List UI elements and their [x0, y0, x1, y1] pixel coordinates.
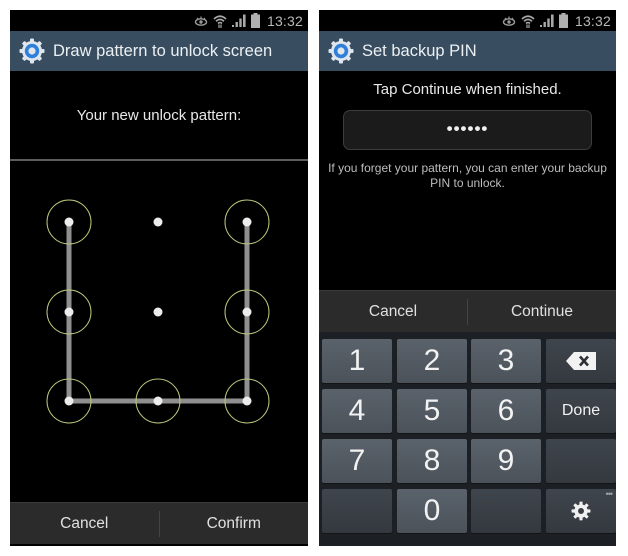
continue-button[interactable]: Continue — [468, 291, 616, 333]
key-5[interactable]: 5 — [397, 389, 467, 433]
cancel-button[interactable]: Cancel — [10, 503, 159, 544]
key-4[interactable]: 4 — [322, 389, 392, 433]
backup-pin-screen: 13:32 Set backup PIN Tap Continue when f… — [319, 10, 616, 546]
key-0[interactable]: 0 — [397, 489, 467, 533]
pattern-dot-center — [242, 307, 252, 317]
pattern-dot-center — [153, 217, 163, 227]
keyboard-settings-key[interactable]: ••• — [546, 489, 616, 533]
action-bar: Cancel Continue — [319, 290, 616, 333]
numeric-keypad: 1 2 3 4 5 6 Done 7 8 9 0 ••• — [319, 332, 616, 546]
pattern-dot-2[interactable] — [153, 217, 163, 227]
pattern-dot-center — [64, 217, 74, 227]
title-bar: Draw pattern to unlock screen — [10, 31, 308, 71]
page-title: Draw pattern to unlock screen — [53, 41, 273, 60]
keyboard-settings-icon — [571, 501, 591, 521]
backspace-icon — [566, 352, 596, 370]
key-8[interactable]: 8 — [397, 439, 467, 483]
blank-key — [546, 439, 616, 483]
backspace-key[interactable] — [546, 339, 616, 383]
confirm-button[interactable]: Confirm — [160, 503, 309, 544]
key-2[interactable]: 2 — [397, 339, 467, 383]
status-bar: 13:32 — [319, 10, 616, 31]
cancel-button[interactable]: Cancel — [319, 291, 467, 333]
eye-icon — [502, 16, 516, 26]
title-bar: Set backup PIN — [319, 31, 616, 71]
key-7[interactable]: 7 — [322, 439, 392, 483]
page-title: Set backup PIN — [362, 41, 477, 60]
eye-icon — [194, 16, 208, 26]
clock: 13:32 — [266, 12, 303, 29]
key-1[interactable]: 1 — [322, 339, 392, 383]
wifi-icon — [213, 14, 227, 28]
pin-prompt: Tap Continue when finished. — [373, 81, 562, 98]
key-6[interactable]: 6 — [471, 389, 541, 433]
more-options-dots: ••• — [605, 489, 614, 499]
settings-gear-icon — [327, 37, 355, 65]
pattern-dot-center — [64, 396, 74, 406]
clock: 13:32 — [574, 12, 611, 29]
pattern-dot-center — [242, 396, 252, 406]
signal-icon — [539, 14, 554, 27]
action-bar: Cancel Confirm — [10, 502, 308, 544]
signal-icon — [231, 14, 246, 27]
pattern-grid[interactable] — [10, 161, 308, 501]
blank-key — [322, 489, 392, 533]
pattern-dot-5[interactable] — [153, 307, 163, 317]
key-9[interactable]: 9 — [471, 439, 541, 483]
blank-key — [471, 489, 541, 533]
pattern-dot-center — [64, 307, 74, 317]
pattern-dot-center — [153, 307, 163, 317]
pattern-dot-center — [242, 217, 252, 227]
pattern-prompt: Your new unlock pattern: — [76, 107, 242, 124]
wifi-icon — [521, 14, 535, 28]
done-key[interactable]: Done — [546, 389, 616, 433]
battery-icon — [250, 13, 260, 28]
pattern-dot-center — [153, 396, 163, 406]
pin-hint: If you forget your pattern, you can ente… — [328, 161, 607, 190]
settings-gear-icon — [18, 37, 46, 65]
pattern-lock-screen: 13:32 Draw pattern to unlock screen Your… — [10, 10, 308, 546]
key-3[interactable]: 3 — [471, 339, 541, 383]
status-bar: 13:32 — [10, 10, 308, 31]
pin-input[interactable]: •••••• — [343, 110, 592, 150]
battery-icon — [558, 13, 568, 28]
